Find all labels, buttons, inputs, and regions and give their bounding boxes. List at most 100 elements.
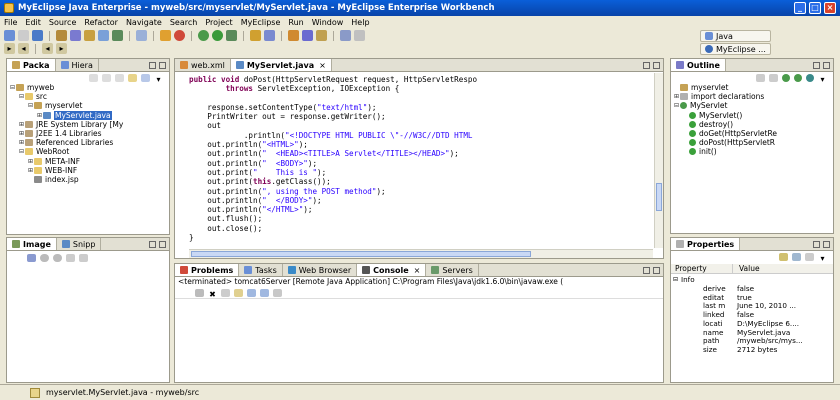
- expand-icon[interactable]: ⊞: [27, 167, 34, 174]
- external-tools-icon[interactable]: [226, 30, 237, 41]
- maximize-view-icon[interactable]: [159, 61, 166, 69]
- tree-item[interactable]: doGet(HttpServletRe: [673, 129, 831, 138]
- maximize-button[interactable]: □: [809, 2, 821, 14]
- tab-web-xml[interactable]: web.xml: [175, 59, 231, 71]
- new-interface-icon[interactable]: [264, 30, 275, 41]
- tree-item[interactable]: ⊞ import declarations: [673, 92, 831, 101]
- pin-console-icon[interactable]: [260, 289, 269, 297]
- close-window-button[interactable]: ×: [824, 2, 836, 14]
- property-row[interactable]: editat true: [673, 293, 831, 302]
- tree-item[interactable]: ⊞ JRE System Library [My: [9, 120, 167, 129]
- properties-group-row[interactable]: ⊟ Info: [673, 275, 831, 284]
- back-icon[interactable]: ◂: [42, 43, 53, 54]
- view-menu-icon[interactable]: ▾: [818, 253, 827, 263]
- new-package-icon[interactable]: [84, 30, 95, 41]
- tree-item[interactable]: ⊞ Referenced Libraries: [9, 138, 167, 147]
- expand-icon[interactable]: ⊞: [18, 130, 25, 137]
- expand-icon[interactable]: ⊞: [27, 158, 34, 165]
- window-titlebar[interactable]: MyEclipse Java Enterprise - myweb/src/my…: [0, 0, 840, 16]
- tab-image[interactable]: Image: [7, 238, 57, 250]
- menu-help[interactable]: Help: [351, 18, 369, 27]
- expand-icon[interactable]: ⊞: [18, 139, 25, 146]
- display-console-icon[interactable]: [273, 289, 282, 297]
- menu-source[interactable]: Source: [49, 18, 76, 27]
- property-row[interactable]: size 2712 bytes: [673, 345, 831, 354]
- fit-icon[interactable]: [66, 253, 75, 262]
- tab-tasks[interactable]: Tasks: [239, 264, 283, 276]
- view-menu-icon[interactable]: ▾: [818, 74, 827, 84]
- run-icon[interactable]: [198, 30, 209, 41]
- tree-item[interactable]: ⊞ WEB-INF: [9, 166, 167, 175]
- tree-item[interactable]: destroy(): [673, 120, 831, 129]
- collapse-icon[interactable]: ⊟: [673, 102, 680, 109]
- search-icon[interactable]: [288, 30, 299, 41]
- new-icon[interactable]: [4, 30, 15, 41]
- toggle-mark-icon[interactable]: [316, 30, 327, 41]
- scroll-thumb[interactable]: [656, 183, 662, 211]
- menu-project[interactable]: Project: [205, 18, 232, 27]
- code-editor[interactable]: public void doPost(HttpServletRequest re…: [189, 75, 645, 242]
- clear-console-icon[interactable]: [234, 289, 243, 297]
- tree-item[interactable]: ⊟ src: [9, 92, 167, 101]
- scroll-thumb[interactable]: [191, 251, 531, 257]
- collapse-icon[interactable]: ⊟: [673, 276, 681, 283]
- maximize-view-icon[interactable]: [653, 61, 660, 69]
- minimize-view-icon[interactable]: [643, 266, 650, 274]
- pin-properties-icon[interactable]: [779, 252, 788, 261]
- scroll-lock-icon[interactable]: [247, 289, 256, 297]
- advanced-icon[interactable]: [805, 252, 814, 261]
- maximize-view-icon[interactable]: [823, 61, 830, 69]
- new-java-project-icon[interactable]: [250, 30, 261, 41]
- property-row[interactable]: last m June 10, 2010 ...: [673, 301, 831, 310]
- close-tab-icon[interactable]: ×: [319, 61, 326, 70]
- save-icon[interactable]: [18, 30, 29, 41]
- tab-servers[interactable]: Servers: [426, 264, 479, 276]
- minimize-view-icon[interactable]: [643, 61, 650, 69]
- deploy-icon[interactable]: [112, 30, 123, 41]
- close-tab-icon[interactable]: ×: [414, 266, 421, 275]
- debug-icon[interactable]: [174, 30, 185, 41]
- property-row[interactable]: path/myweb/src/mys...: [673, 337, 831, 346]
- view-menu-icon[interactable]: ▾: [154, 74, 163, 84]
- tree-item[interactable]: ⊟ WebRoot: [9, 147, 167, 156]
- prev-edit-icon[interactable]: ◂: [18, 43, 29, 54]
- collapse-all-icon[interactable]: [128, 73, 137, 82]
- tab-myservlet-java[interactable]: MyServlet.java ×: [230, 59, 332, 71]
- tree-item[interactable]: ⊞ J2EE 1.4 Libraries: [9, 129, 167, 138]
- server-icon[interactable]: [136, 30, 147, 41]
- menu-navigate[interactable]: Navigate: [126, 18, 162, 27]
- next-annotation-icon[interactable]: [354, 30, 365, 41]
- property-column-header[interactable]: Property: [671, 264, 733, 273]
- remove-launch-icon[interactable]: ✖: [208, 289, 217, 299]
- editor-vertical-scrollbar[interactable]: [654, 73, 663, 248]
- tree-item[interactable]: ⊟ myservlet: [9, 101, 167, 110]
- up-icon[interactable]: [115, 73, 124, 82]
- collapse-icon[interactable]: ⊟: [9, 84, 16, 91]
- zoom-out-icon[interactable]: [53, 253, 62, 262]
- forward-icon[interactable]: ▸: [56, 43, 67, 54]
- expand-icon[interactable]: ⊞: [673, 93, 680, 100]
- menu-myeclipse[interactable]: MyEclipse: [241, 18, 281, 27]
- back-icon[interactable]: [89, 73, 98, 82]
- collapse-icon[interactable]: ⊟: [18, 148, 25, 155]
- property-row[interactable]: linked false: [673, 310, 831, 319]
- open-task-icon[interactable]: [302, 30, 313, 41]
- tree-item[interactable]: ⊟ myweb: [9, 83, 167, 92]
- myeclipse-perspective-button[interactable]: MyEclipse ...: [700, 43, 771, 55]
- link-editor-icon[interactable]: [141, 73, 150, 82]
- minimize-view-icon[interactable]: [149, 240, 156, 248]
- maximize-view-icon[interactable]: [653, 266, 660, 274]
- editor-horizontal-scrollbar[interactable]: [189, 249, 653, 258]
- property-row[interactable]: name MyServlet.java: [673, 328, 831, 337]
- tree-item[interactable]: doPost(HttpServletR: [673, 138, 831, 147]
- maximize-view-icon[interactable]: [823, 240, 830, 248]
- menu-edit[interactable]: Edit: [25, 18, 41, 27]
- tab-properties[interactable]: Properties: [671, 238, 741, 250]
- tab-console[interactable]: Console ×: [357, 264, 427, 276]
- menu-refactor[interactable]: Refactor: [84, 18, 118, 27]
- forward-icon[interactable]: [102, 73, 111, 82]
- expand-icon[interactable]: ⊞: [18, 121, 25, 128]
- run-last-icon[interactable]: [212, 30, 223, 41]
- minimize-button[interactable]: _: [794, 2, 806, 14]
- property-row[interactable]: locati D:\MyEclipse 6....: [673, 319, 831, 328]
